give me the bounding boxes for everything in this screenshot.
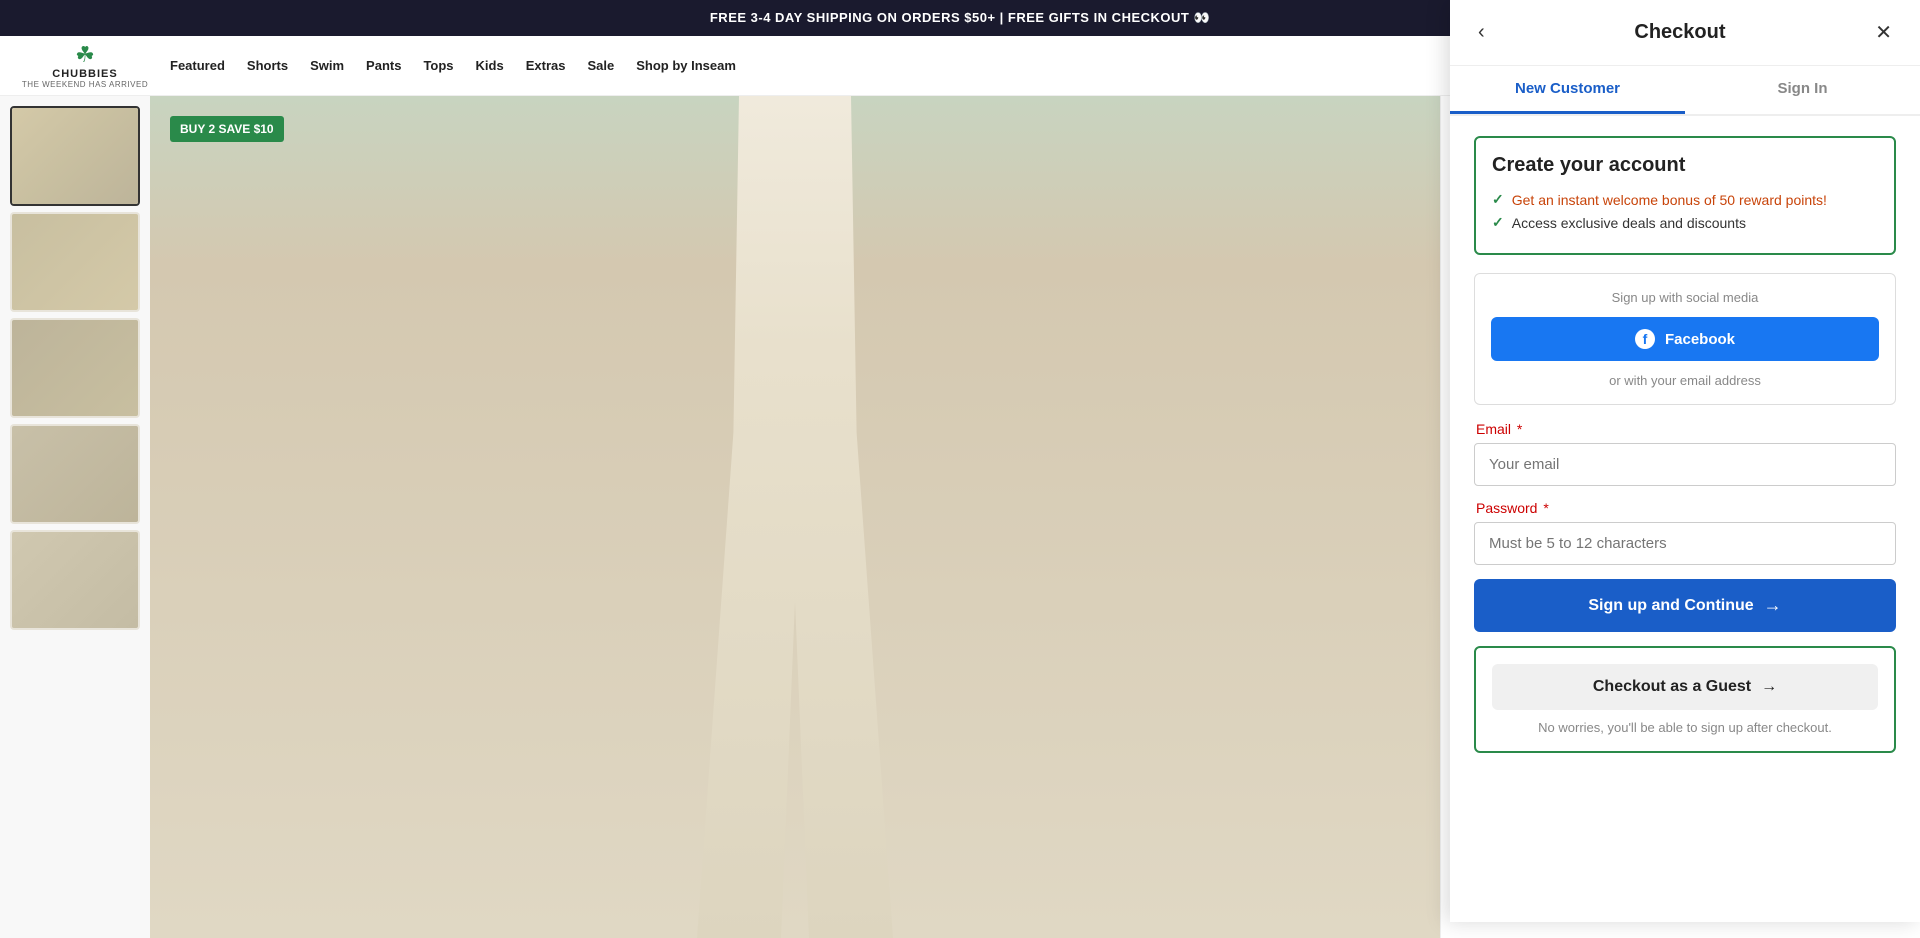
- checkout-header: ‹ Checkout ✕: [1450, 0, 1920, 66]
- nav-extras[interactable]: Extras: [526, 58, 566, 73]
- logo-text: chubbies: [52, 68, 117, 80]
- facebook-icon: f: [1635, 329, 1655, 349]
- email-label: Email *: [1474, 421, 1896, 437]
- checkout-back-button[interactable]: ‹: [1470, 17, 1493, 48]
- signup-button[interactable]: Sign up and Continue →: [1474, 579, 1896, 632]
- thumbnail-list: [0, 96, 150, 938]
- thumbnail-image-5: [12, 532, 138, 628]
- nav-featured[interactable]: Featured: [170, 58, 225, 73]
- thumbnail-image-2: [12, 214, 138, 310]
- thumbnail-3[interactable]: [10, 318, 140, 418]
- social-label: Sign up with social media: [1491, 290, 1879, 305]
- nav-sale[interactable]: Sale: [587, 58, 614, 73]
- nav-swim[interactable]: Swim: [310, 58, 344, 73]
- thumbnail-image-4: [12, 426, 138, 522]
- guest-label: Checkout as a Guest: [1593, 678, 1751, 696]
- email-input[interactable]: [1474, 443, 1896, 486]
- guest-note: No worries, you'll be able to sign up af…: [1492, 720, 1878, 735]
- tab-new-customer[interactable]: New Customer: [1450, 66, 1685, 114]
- create-account-title: Create your account: [1492, 154, 1878, 177]
- benefit-2-check: ✓: [1492, 214, 1504, 231]
- main-product-image: BUY 2 SAVE $10: [150, 96, 1440, 938]
- logo-icon: ☘: [75, 42, 95, 68]
- social-section: Sign up with social media f Facebook or …: [1474, 273, 1896, 405]
- create-account-box: Create your account ✓ Get an instant wel…: [1474, 136, 1896, 255]
- benefit-1-check: ✓: [1492, 191, 1504, 208]
- benefit-1-text: Get an instant welcome bonus of 50 rewar…: [1512, 192, 1827, 208]
- checkout-tabs: New Customer Sign In: [1450, 66, 1920, 116]
- thumbnail-image-3: [12, 320, 138, 416]
- facebook-letter: f: [1643, 331, 1648, 347]
- facebook-label: Facebook: [1665, 331, 1735, 348]
- checkout-close-button[interactable]: ✕: [1867, 16, 1900, 49]
- nav-tops[interactable]: Tops: [423, 58, 453, 73]
- nav-pants[interactable]: Pants: [366, 58, 401, 73]
- benefit-2: ✓ Access exclusive deals and discounts: [1492, 214, 1878, 231]
- password-input[interactable]: [1474, 522, 1896, 565]
- promo-badge: BUY 2 SAVE $10: [170, 116, 284, 142]
- back-icon: ‹: [1478, 21, 1485, 43]
- signup-label: Sign up and Continue: [1588, 597, 1753, 615]
- close-icon: ✕: [1875, 22, 1892, 44]
- thumbnail-4[interactable]: [10, 424, 140, 524]
- thumbnail-1[interactable]: [10, 106, 140, 206]
- nav-shorts[interactable]: Shorts: [247, 58, 288, 73]
- tab-sign-in[interactable]: Sign In: [1685, 66, 1920, 114]
- thumbnail-5[interactable]: [10, 530, 140, 630]
- nav-kids[interactable]: Kids: [476, 58, 504, 73]
- checkout-title: Checkout: [1493, 21, 1868, 44]
- banner-text: FREE 3-4 DAY SHIPPING ON ORDERS $50+ | F…: [710, 10, 1210, 25]
- signup-arrow-icon: →: [1764, 595, 1782, 616]
- benefit-2-text: Access exclusive deals and discounts: [1512, 215, 1746, 231]
- checkout-overlay: ‹ Checkout ✕ New Customer Sign In Create…: [1450, 0, 1920, 922]
- guest-checkout-button[interactable]: Checkout as a Guest →: [1492, 664, 1878, 710]
- password-label: Password *: [1474, 500, 1896, 516]
- facebook-button[interactable]: f Facebook: [1491, 317, 1879, 361]
- nav-shop-by-inseam[interactable]: Shop by Inseam: [636, 58, 736, 73]
- logo[interactable]: ☘ chubbies THE WEEKEND HAS ARRIVED: [20, 41, 150, 91]
- guest-arrow-icon: →: [1761, 678, 1777, 696]
- checkout-body: Create your account ✓ Get an instant wel…: [1450, 116, 1920, 922]
- or-divider: or with your email address: [1491, 373, 1879, 388]
- thumbnail-2[interactable]: [10, 212, 140, 312]
- benefit-1: ✓ Get an instant welcome bonus of 50 rew…: [1492, 191, 1878, 208]
- guest-checkout-box: Checkout as a Guest → No worries, you'll…: [1474, 646, 1896, 753]
- logo-tagline: THE WEEKEND HAS ARRIVED: [22, 80, 148, 89]
- thumbnail-image-1: [12, 108, 138, 204]
